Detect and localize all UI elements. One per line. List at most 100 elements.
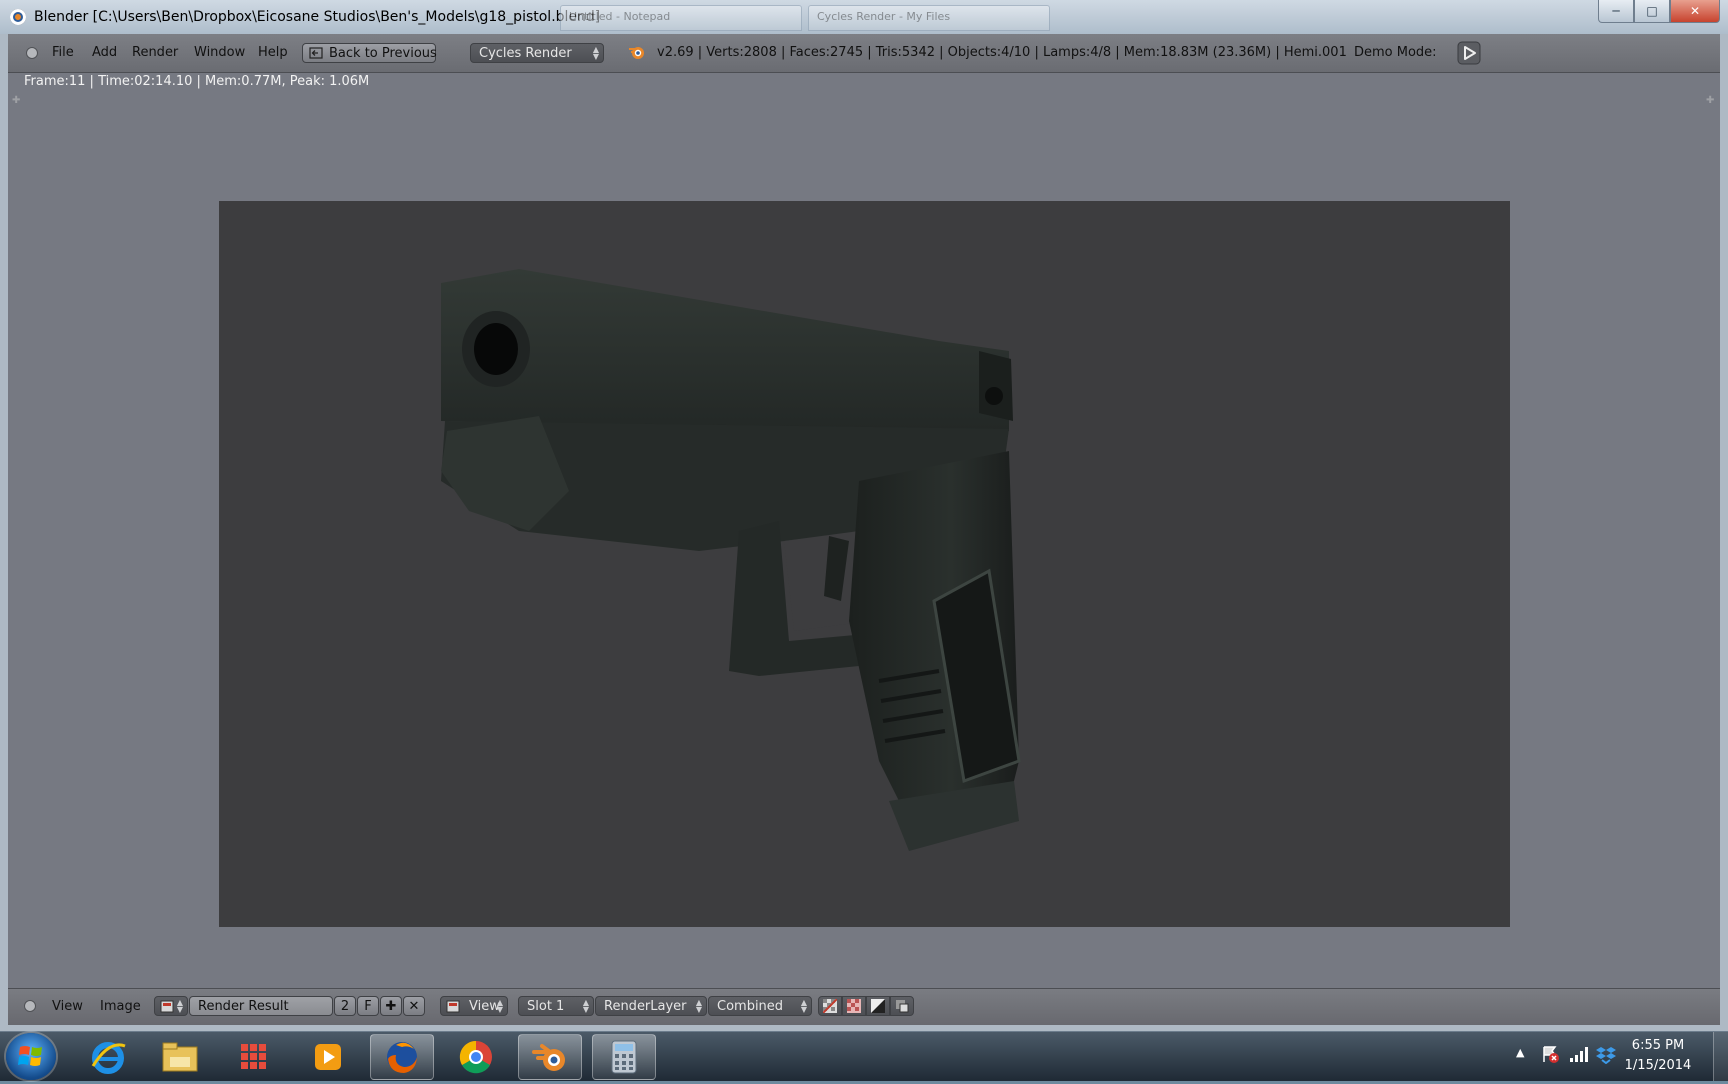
demo-mode-label: Demo Mode: (1354, 45, 1437, 60)
image-users-count[interactable]: 2 (334, 996, 356, 1016)
draw-channels-group (818, 996, 914, 1016)
render-pass-select[interactable]: Combined ▲ ▼ (708, 996, 812, 1016)
render-status-text: Frame:11 | Time:02:14.10 | Mem:0.77M, Pe… (24, 74, 370, 89)
draw-color-alpha-button[interactable] (818, 996, 842, 1016)
draw-alpha-button[interactable] (866, 996, 890, 1016)
render-engine-select[interactable]: Cycles Render ▲ ▼ (470, 43, 604, 63)
back-arrow-icon (309, 47, 323, 59)
slot-value: Slot 1 (527, 999, 565, 1014)
dropdown-arrows-icon: ▲ ▼ (496, 998, 503, 1014)
close-icon: ✕ (408, 999, 420, 1014)
draw-zbuffer-button[interactable] (890, 996, 914, 1016)
image-name-value: Render Result (198, 999, 289, 1014)
users-count-value: 2 (340, 999, 350, 1014)
media-player-icon (315, 1044, 341, 1070)
render-pass-value: Combined (717, 999, 784, 1014)
render-engine-value: Cycles Render (479, 46, 572, 61)
menu-view[interactable]: View (52, 999, 83, 1014)
checker-icon (847, 999, 861, 1013)
action-center-flag-icon[interactable] (1540, 1044, 1560, 1064)
background-window-tab: Untitled - Notepad (560, 5, 802, 31)
pistol-render (441, 269, 1021, 851)
back-to-previous-label: Back to Previous (329, 46, 437, 61)
window-frame: File Add Render Window Help Back to Prev… (0, 34, 1728, 1031)
draw-color-button[interactable] (842, 996, 866, 1016)
menu-window[interactable]: Window (194, 45, 245, 60)
minimize-button[interactable]: ─ (1598, 0, 1634, 23)
blender-workspace: File Add Render Window Help Back to Prev… (8, 34, 1720, 1025)
image-editor-header: View Image ▲ ▼ Render Result 2 F ✚ ✕ Vie… (8, 988, 1720, 1025)
menu-help[interactable]: Help (258, 45, 288, 60)
dropdown-arrows-icon: ▲ ▼ (582, 998, 589, 1014)
alpha-icon (871, 999, 885, 1013)
show-hidden-icons-icon[interactable]: ▲ (1516, 1046, 1524, 1059)
plus-icon: ✚ (385, 999, 397, 1014)
chrome-icon (459, 1040, 492, 1074)
render-layer-value: RenderLayer (604, 999, 687, 1014)
show-desktop-button[interactable] (1713, 1032, 1728, 1081)
maximize-button[interactable]: □ (1634, 0, 1670, 23)
taskbar-file-explorer[interactable] (148, 1034, 212, 1080)
back-to-previous-button[interactable]: Back to Previous (302, 43, 437, 63)
window-title: Blender [C:\Users\Ben\Dropbox\Eicosane S… (34, 9, 601, 25)
taskbar-calculator[interactable] (592, 1034, 656, 1080)
menu-add[interactable]: Add (92, 45, 117, 60)
windows-logo-icon (18, 1046, 42, 1066)
editor-type-toggle[interactable] (26, 47, 38, 59)
dropdown-arrows-icon: ▲ ▼ (592, 45, 599, 61)
start-button[interactable] (6, 1033, 56, 1080)
area-split-handle[interactable]: ✚ (12, 96, 22, 106)
calculator-icon (611, 1040, 637, 1074)
taskbar-chrome[interactable] (444, 1034, 508, 1080)
internet-explorer-icon (91, 1042, 126, 1074)
taskbar-media-player[interactable] (296, 1034, 360, 1080)
render-layer-select[interactable]: RenderLayer ▲ ▼ (595, 996, 707, 1016)
menu-render[interactable]: Render (132, 45, 178, 60)
dropdown-arrows-icon: ▲ ▼ (176, 998, 183, 1014)
taskbar-firefox[interactable] (370, 1034, 434, 1080)
play-icon[interactable] (1457, 41, 1481, 65)
fake-user-button[interactable]: F (357, 996, 379, 1016)
zbuffer-icon (896, 1000, 909, 1013)
slot-select[interactable]: Slot 1 ▲ ▼ (518, 996, 594, 1016)
metro-grid-icon (241, 1044, 266, 1069)
file-explorer-icon (162, 1042, 198, 1072)
view-mode-value: View (469, 999, 500, 1014)
menu-image[interactable]: Image (100, 999, 141, 1014)
system-tray: ▲ 6:55 PM 1/15/2014 (1510, 1032, 1728, 1081)
background-window-tab: Cycles Render - My Files (808, 5, 1050, 31)
blender-app-icon (10, 9, 26, 25)
view-mode-select[interactable]: View ▲ ▼ (440, 996, 508, 1016)
image-icon (160, 1000, 174, 1013)
checker-color-icon (823, 999, 837, 1013)
clock-date[interactable]: 1/15/2014 (1618, 1058, 1698, 1073)
dropdown-arrows-icon: ▲ ▼ (800, 998, 807, 1014)
blender-icon (532, 1044, 565, 1071)
taskbar-blender[interactable] (518, 1034, 582, 1080)
area-split-handle[interactable]: ✚ (1706, 96, 1716, 106)
image-editor-viewport[interactable]: ✚ ✚ (8, 91, 1720, 988)
new-image-button[interactable]: ✚ (380, 996, 402, 1016)
unlink-image-button[interactable]: ✕ (403, 996, 425, 1016)
taskbar-metro-apps[interactable] (222, 1034, 286, 1080)
firefox-icon (387, 1042, 417, 1073)
background-windows: Untitled - Notepad Cycles Render - My Fi… (560, 5, 1050, 31)
network-signal-icon[interactable] (1568, 1045, 1588, 1063)
image-name-field[interactable]: Render Result (189, 996, 333, 1016)
blender-logo-icon (629, 47, 644, 59)
image-browse-button[interactable]: ▲ ▼ (154, 996, 188, 1016)
render-result-image (219, 201, 1510, 927)
close-button[interactable]: ✕ (1670, 0, 1720, 23)
editor-type-toggle[interactable] (24, 1000, 36, 1012)
fake-user-label: F (364, 999, 372, 1014)
windows-taskbar: ▲ 6:55 PM 1/15/2014 (0, 1031, 1728, 1081)
taskbar-internet-explorer[interactable] (76, 1034, 140, 1080)
info-header: File Add Render Window Help Back to Prev… (8, 34, 1720, 73)
scene-statistics: v2.69 | Verts:2808 | Faces:2745 | Tris:5… (657, 45, 1347, 60)
dropbox-icon[interactable] (1596, 1044, 1616, 1064)
window-title-bar[interactable]: Blender [C:\Users\Ben\Dropbox\Eicosane S… (0, 0, 1728, 34)
clock-time[interactable]: 6:55 PM (1618, 1038, 1698, 1053)
image-icon (446, 1000, 460, 1013)
dropdown-arrows-icon: ▲ ▼ (695, 998, 702, 1014)
menu-file[interactable]: File (52, 45, 74, 60)
